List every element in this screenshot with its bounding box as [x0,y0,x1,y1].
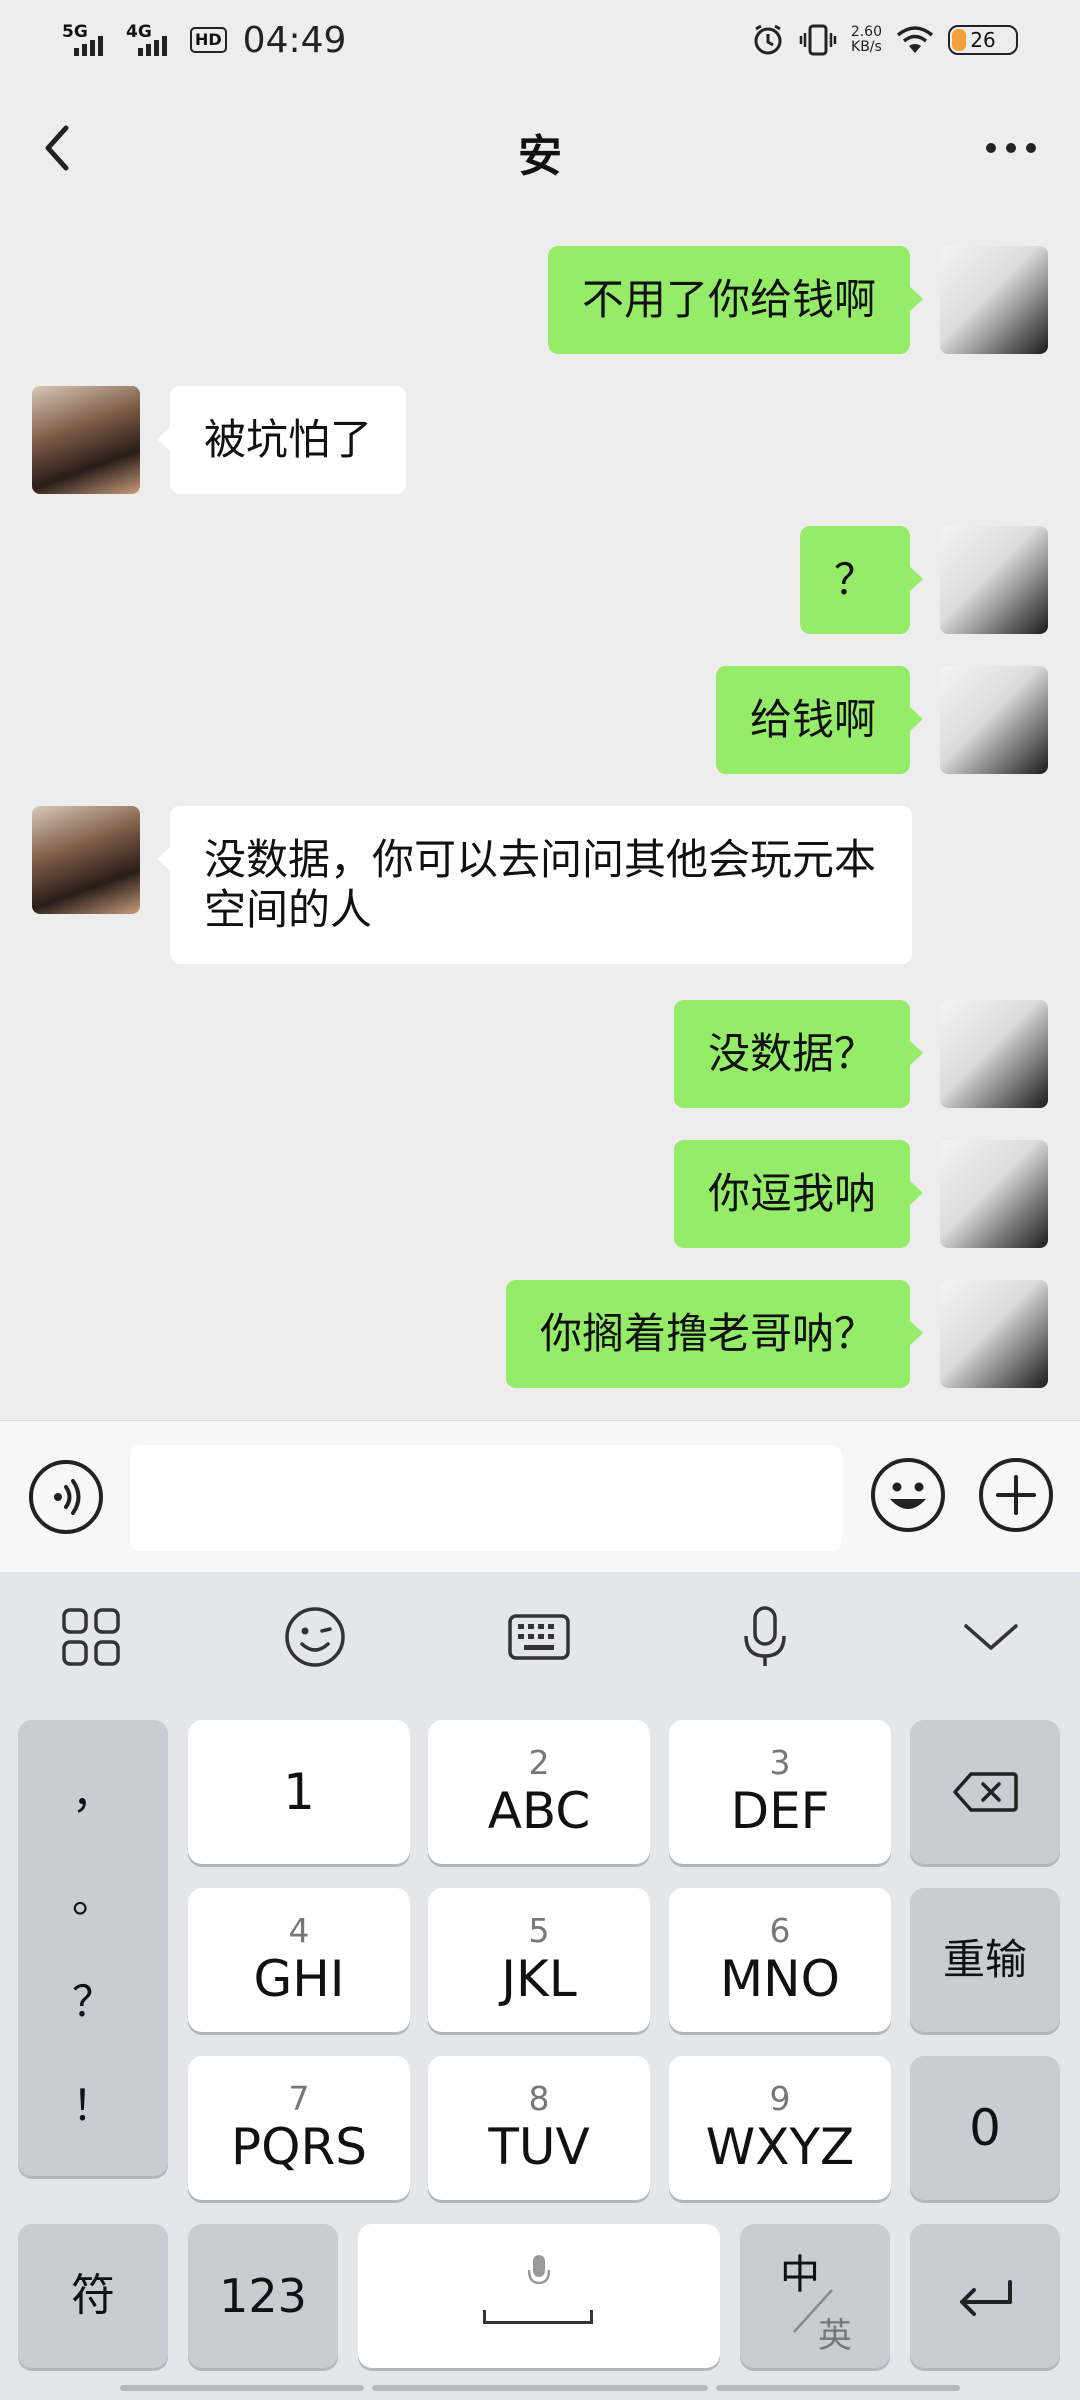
voice-input-icon[interactable] [28,1459,104,1535]
apps-grid-icon[interactable] [56,1602,126,1672]
message-bubble[interactable]: 不用了你给钱啊 [547,246,924,354]
space-key[interactable] [358,2224,720,2368]
emoji-keyboard-icon[interactable] [280,1602,350,1672]
speed-value: 2.60 [850,24,882,40]
mic-small-icon [528,2255,550,2285]
nav-handle-left [120,2385,364,2391]
key-label: JKL [501,1950,577,2008]
message-bubble[interactable]: 你搁着撸老哥呐？ [505,1280,924,1388]
self-avatar[interactable] [940,1140,1048,1248]
keyboard: ， 。 ？ ！ 1 2 ABC 3 DEF 4 GHI 5 JKL 6 MNO … [0,1572,1080,2400]
language-toggle-key[interactable]: 中 英 [740,2224,890,2368]
self-avatar[interactable] [940,526,1048,634]
message-bubble[interactable]: 被坑怕了 [156,386,407,494]
punctuation-key[interactable]: ， 。 ？ ！ [18,1720,168,2176]
wifi-icon [896,26,934,53]
enter-icon [960,2280,1012,2316]
keyboard-layout-icon[interactable] [504,1602,574,1672]
plus-icon[interactable] [978,1457,1054,1533]
punct-question[interactable]: ？ [18,1968,168,2029]
message-bubble[interactable]: 没数据？ [673,1000,924,1108]
punct-period[interactable]: 。 [18,1864,168,1925]
4g-signal-icon: 4G [126,20,180,60]
message-bubble[interactable]: 你逗我呐 [673,1140,924,1248]
collapse-keyboard-icon[interactable] [956,1602,1026,1672]
backspace-key[interactable] [910,1720,1060,1864]
contact-avatar[interactable] [32,806,140,914]
key-label: 符 [71,2270,115,2321]
key-number: 2 [528,1743,550,1782]
network-speed: 2.60 KB/s [851,25,882,55]
status-bar: 5G 4G HD 04:49 2.60 KB/s 26 [0,0,1080,80]
key-7-pqrs[interactable]: 7 PQRS [188,2056,410,2200]
vibrate-icon [799,24,837,56]
nav-handle-right [716,2385,960,2391]
key-number: 8 [528,2079,550,2118]
key-label: WXYZ [705,2118,855,2176]
hd-voice-icon: HD [190,27,227,53]
chat-header: 安 [0,80,1080,215]
key-6-mno[interactable]: 6 MNO [669,1888,891,2032]
key-number: 6 [769,1911,791,1950]
reenter-key[interactable]: 重输 [910,1888,1060,2032]
self-avatar[interactable] [940,1280,1048,1388]
key-number: 9 [769,2079,791,2118]
key-label: 重输 [942,1935,1027,1984]
key-number: 4 [288,1911,310,1950]
5g-signal-icon: 5G [62,20,116,60]
key-5-jkl[interactable]: 5 JKL [428,1888,650,2032]
key-3-def[interactable]: 3 DEF [669,1720,891,1864]
punct-exclamation[interactable]: ！ [18,2072,168,2133]
enter-key[interactable] [910,2224,1060,2368]
key-number: 7 [288,2079,310,2118]
key-label: GHI [253,1950,345,2008]
status-time: 04:49 [242,19,347,61]
self-avatar[interactable] [940,246,1048,354]
message-bubble[interactable]: ？ [799,526,924,634]
emoji-icon[interactable] [870,1457,946,1533]
battery-level: 26 [970,28,996,52]
key-1[interactable]: 1 [188,1720,410,1864]
key-8-tuv[interactable]: 8 TUV [428,2056,650,2200]
punct-comma[interactable]: ， [18,1760,168,1821]
self-avatar[interactable] [940,666,1048,774]
key-number: 3 [769,1743,791,1782]
contact-avatar[interactable] [32,386,140,494]
lang-english-label: 英 [818,2316,852,2356]
key-9-wxyz[interactable]: 9 WXYZ [669,2056,891,2200]
backspace-icon [953,1772,1018,1812]
message-input[interactable] [130,1445,842,1551]
key-4-ghi[interactable]: 4 GHI [188,1888,410,2032]
chat-title: 安 [518,131,562,182]
key-2-abc[interactable]: 2 ABC [428,1720,650,1864]
self-avatar[interactable] [940,1000,1048,1108]
key-number: 5 [528,1911,550,1950]
key-label: DEF [730,1782,830,1840]
key-label: PQRS [231,2118,367,2176]
key-label: TUV [488,2118,590,2176]
alarm-icon [754,24,782,55]
key-0[interactable]: 0 [910,2056,1060,2200]
microphone-icon[interactable] [730,1602,800,1672]
message-bubble[interactable]: 没数据，你可以去问问其他会玩元本空间的人 [157,806,912,964]
numbers-key[interactable]: 123 [188,2224,338,2368]
space-bar-icon [483,2310,593,2324]
nav-handle-center[interactable] [372,2385,708,2391]
more-options-icon[interactable] [976,118,1046,178]
speed-unit: KB/s [851,39,882,55]
battery-icon: 26 [948,25,1018,55]
symbols-key[interactable]: 符 [18,2224,168,2368]
key-label: 123 [219,2269,307,2323]
key-label: 0 [969,2099,1001,2157]
key-label: MNO [720,1950,840,2008]
input-bar [0,1420,1080,1573]
key-label: ABC [487,1782,591,1840]
key-label: 1 [283,1763,315,1821]
message-bubble[interactable]: 给钱啊 [715,666,924,774]
